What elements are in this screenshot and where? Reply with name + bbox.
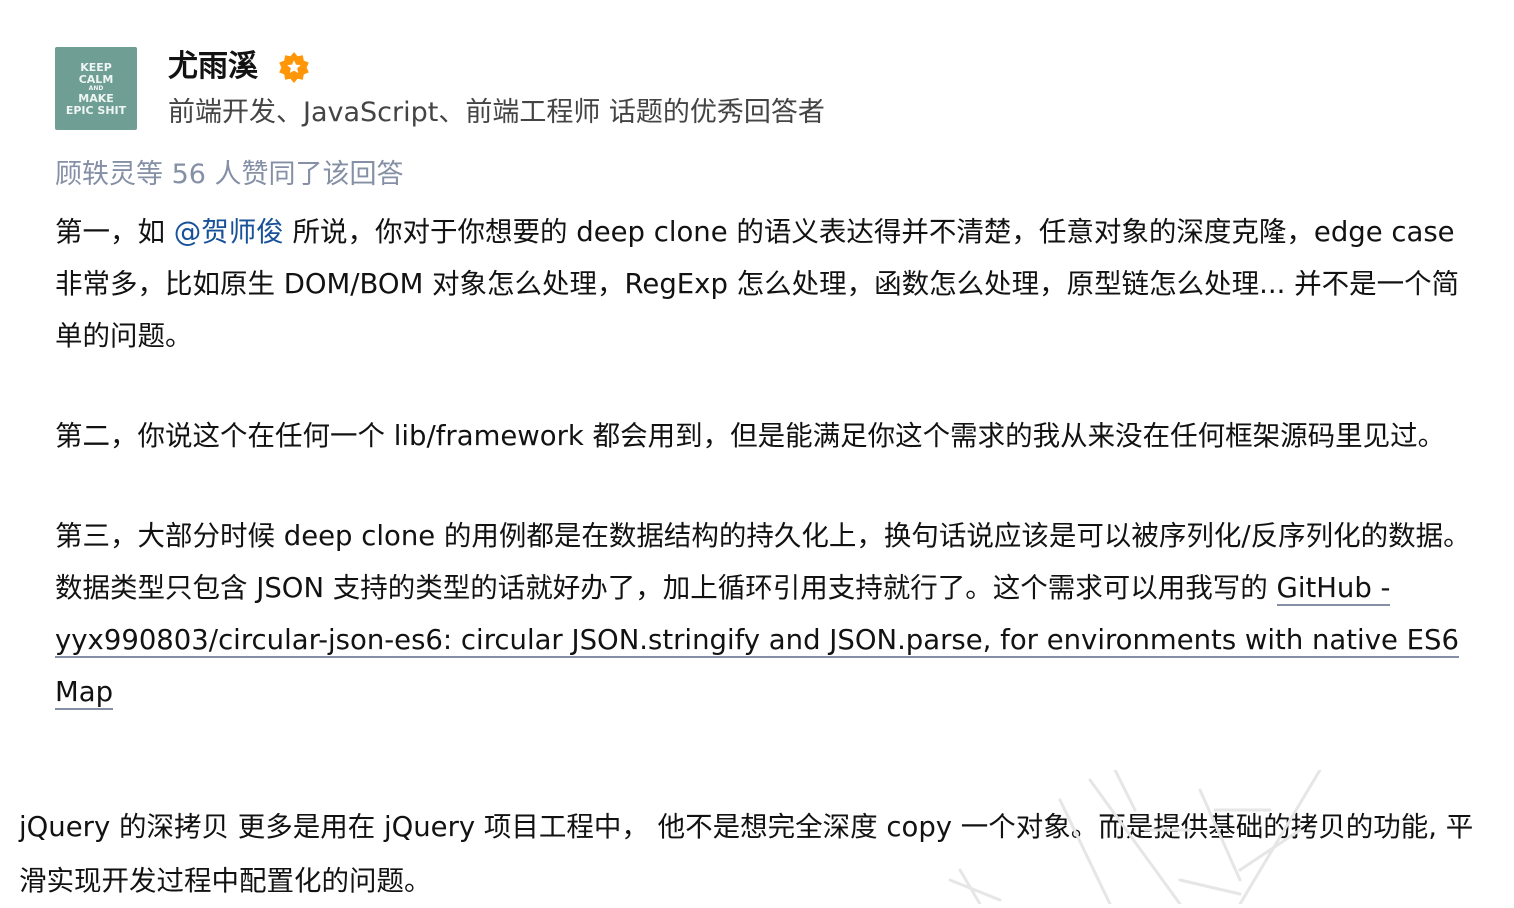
answer-content: 第一，如 @贺师俊 所说，你对于你想要的 deep clone 的语义表达得并不…: [55, 206, 1480, 718]
author-name[interactable]: 尤雨溪: [168, 47, 258, 87]
certified-badge-icon[interactable]: [278, 51, 310, 83]
avatar-text-line: KEEP: [80, 60, 112, 74]
vote-summary[interactable]: 顾轶灵等 56 人赞同了该回答: [55, 156, 404, 194]
answer-paragraph-1: 第一，如 @贺师俊 所说，你对于你想要的 deep clone 的语义表达得并不…: [55, 206, 1480, 362]
avatar[interactable]: KEEP CALM AND MAKE EPIC SHIT: [55, 47, 137, 130]
avatar-text-line: MAKE: [78, 91, 114, 105]
paragraph-text: 第一，如: [55, 216, 174, 248]
avatar-text-line: AND: [88, 84, 104, 92]
paragraph-text: 第三，大部分时候 deep clone 的用例都是在数据结构的持久化上，换句话说…: [55, 520, 1471, 604]
note-text: jQuery 的深拷贝 更多是用在 jQuery 项目工程中， 他不是想完全深度…: [19, 811, 1474, 897]
avatar-text-line: CALM: [78, 72, 114, 86]
answer-paragraph-2: 第二，你说这个在任何一个 lib/framework 都会用到，但是能满足你这个…: [55, 420, 1446, 452]
author-headline: 前端开发、JavaScript、前端工程师 话题的优秀回答者: [168, 97, 825, 128]
answer-card: KEEP CALM AND MAKE EPIC SHIT 尤雨溪 前端开发、Ja…: [0, 0, 1514, 780]
avatar-text-line: EPIC SHIT: [65, 103, 127, 117]
answer-paragraph-3: 第三，大部分时候 deep clone 的用例都是在数据结构的持久化上，换句话说…: [55, 510, 1480, 718]
bottom-note: jQuery 的深拷贝 更多是用在 jQuery 项目工程中， 他不是想完全深度…: [19, 800, 1489, 908]
user-mention-link[interactable]: @贺师俊: [174, 216, 284, 248]
